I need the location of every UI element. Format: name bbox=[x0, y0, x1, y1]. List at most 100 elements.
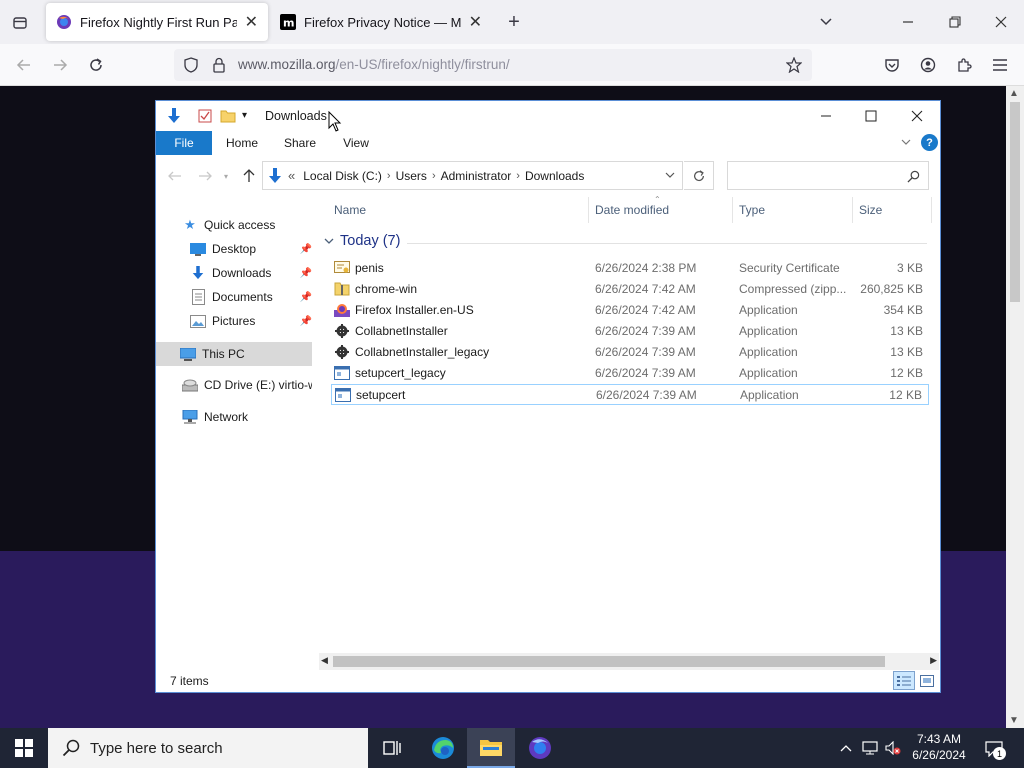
nav-documents[interactable]: Documents 📌 bbox=[190, 285, 312, 309]
close-tab-icon[interactable]: ✕ bbox=[469, 12, 482, 32]
address-history-chevron-icon[interactable] bbox=[664, 169, 676, 184]
pin-icon[interactable]: 📌 bbox=[300, 316, 312, 327]
column-divider[interactable] bbox=[732, 197, 733, 223]
nav-pictures[interactable]: Pictures 📌 bbox=[190, 309, 312, 333]
account-icon[interactable] bbox=[916, 53, 940, 77]
tab-privacy-notice[interactable]: m Firefox Privacy Notice — Mozill ✕ bbox=[270, 3, 492, 41]
recent-locations-chevron-icon[interactable]: ▾ bbox=[220, 169, 232, 183]
file-explorer-folder-icon[interactable] bbox=[467, 728, 515, 768]
reload-icon[interactable] bbox=[84, 53, 108, 77]
file-row[interactable]: chrome-win 6/26/2024 7:42 AM Compressed (z… bbox=[331, 279, 929, 300]
new-tab-icon[interactable]: + bbox=[502, 10, 526, 34]
tab-view[interactable]: View bbox=[332, 131, 380, 155]
horizontal-scrollbar[interactable]: ◀ ▶ bbox=[319, 653, 939, 670]
large-icons-view-icon[interactable] bbox=[917, 671, 937, 690]
column-header-size[interactable]: Size bbox=[859, 203, 882, 217]
file-row[interactable]: Firefox Installer.en-US 6/26/2024 7:42 AM… bbox=[331, 300, 929, 321]
breadcrumb-downloads[interactable]: Downloads bbox=[520, 169, 589, 183]
group-header-today[interactable]: Today (7) bbox=[323, 233, 400, 249]
maximize-icon[interactable] bbox=[859, 105, 883, 127]
help-icon[interactable]: ? bbox=[921, 134, 938, 151]
show-hidden-icons-chevron-icon[interactable] bbox=[838, 740, 854, 756]
nav-cd-drive[interactable]: CD Drive (E:) virtio-w bbox=[182, 373, 312, 397]
taskbar-search-box[interactable]: Type here to search bbox=[48, 728, 368, 768]
nav-quick-access[interactable]: ★ Quick access bbox=[182, 213, 312, 237]
file-row[interactable]: setupcert_legacy 6/26/2024 7:39 AM Applica… bbox=[331, 363, 929, 384]
file-row[interactable]: CollabnetInstaller_legacy 6/26/2024 7:39 … bbox=[331, 342, 929, 363]
pin-icon[interactable]: 📌 bbox=[300, 268, 312, 279]
scroll-left-arrow-icon[interactable]: ◀ bbox=[321, 655, 328, 666]
up-arrow-icon[interactable] bbox=[240, 166, 258, 186]
network-status-icon[interactable] bbox=[861, 740, 879, 756]
breadcrumb-overflow[interactable]: « bbox=[285, 168, 298, 183]
properties-icon[interactable] bbox=[198, 109, 212, 126]
nav-this-pc[interactable]: This PC bbox=[156, 342, 312, 366]
back-arrow-icon[interactable] bbox=[12, 53, 36, 77]
pin-icon[interactable]: 📌 bbox=[300, 244, 312, 255]
nav-desktop[interactable]: Desktop 📌 bbox=[190, 237, 312, 261]
forward-arrow-icon[interactable] bbox=[196, 167, 214, 185]
nav-network[interactable]: Network bbox=[182, 405, 312, 429]
file-row[interactable]: setupcert 6/26/2024 7:39 AM Application 12 … bbox=[331, 384, 929, 405]
back-arrow-icon[interactable] bbox=[166, 167, 184, 185]
refresh-icon[interactable] bbox=[684, 161, 714, 190]
url-bar[interactable]: www.mozilla.org/en-US/firefox/nightly/fi… bbox=[174, 49, 812, 81]
nav-label: Quick access bbox=[204, 218, 276, 232]
volume-muted-icon[interactable] bbox=[884, 740, 902, 756]
tab-home[interactable]: Home bbox=[218, 131, 266, 155]
column-header-name[interactable]: Name bbox=[334, 203, 366, 217]
list-all-tabs-icon[interactable] bbox=[8, 12, 32, 34]
column-header-date[interactable]: Date modified bbox=[595, 203, 669, 217]
scroll-up-arrow-icon[interactable]: ▲ bbox=[1009, 88, 1019, 99]
column-header-type[interactable]: Type bbox=[739, 203, 765, 217]
firefox-nightly-icon[interactable] bbox=[516, 728, 564, 768]
address-bar[interactable]: « Local Disk (C:) › Users › Administrato… bbox=[262, 161, 683, 190]
tab-share[interactable]: Share bbox=[276, 131, 324, 155]
new-folder-icon[interactable] bbox=[220, 109, 236, 126]
nav-downloads[interactable]: Downloads 📌 bbox=[190, 261, 312, 285]
forward-arrow-icon[interactable] bbox=[48, 53, 72, 77]
scroll-down-arrow-icon[interactable]: ▼ bbox=[1009, 715, 1019, 726]
pocket-icon[interactable] bbox=[880, 53, 904, 77]
pin-icon[interactable]: 📌 bbox=[300, 292, 312, 303]
task-view-icon[interactable] bbox=[368, 728, 416, 768]
page-scrollbar[interactable]: ▲ ▼ bbox=[1006, 86, 1024, 728]
tracking-shield-icon[interactable] bbox=[182, 56, 200, 74]
restore-icon[interactable] bbox=[943, 10, 967, 34]
scrollbar-thumb[interactable] bbox=[1010, 102, 1020, 302]
search-box[interactable] bbox=[727, 161, 929, 190]
notifications-icon[interactable]: 1 bbox=[982, 738, 1006, 760]
column-divider[interactable] bbox=[852, 197, 853, 223]
lock-icon[interactable] bbox=[210, 56, 228, 74]
breadcrumb-local-disk[interactable]: Local Disk (C:) bbox=[298, 169, 387, 183]
close-window-icon[interactable] bbox=[905, 105, 929, 127]
start-windows-icon[interactable] bbox=[0, 728, 48, 768]
taskbar-clock[interactable]: 7:43 AM 6/26/2024 bbox=[906, 731, 972, 763]
minimize-icon[interactable] bbox=[896, 10, 920, 34]
extensions-puzzle-icon[interactable] bbox=[952, 53, 976, 77]
scroll-right-arrow-icon[interactable]: ▶ bbox=[930, 655, 937, 666]
minimize-icon[interactable] bbox=[814, 105, 838, 127]
expand-ribbon-chevron-icon[interactable] bbox=[900, 136, 912, 151]
close-window-icon[interactable] bbox=[989, 10, 1013, 34]
tab-file[interactable]: File bbox=[156, 131, 212, 155]
close-tab-icon[interactable]: ✕ bbox=[245, 12, 258, 32]
customize-toolbar-icon[interactable]: ▾ bbox=[242, 110, 247, 121]
scrollbar-thumb[interactable] bbox=[333, 656, 885, 667]
file-row[interactable]: penis 6/26/2024 2:38 PM Security Certifica… bbox=[331, 258, 929, 279]
column-divider[interactable] bbox=[588, 197, 589, 223]
address-row: ▾ « Local Disk (C:) › Users › Administra… bbox=[156, 155, 940, 197]
chevron-down-icon[interactable] bbox=[814, 10, 838, 34]
explorer-title-bar[interactable]: ▾ Downloads bbox=[156, 101, 940, 131]
edge-browser-icon[interactable] bbox=[419, 728, 467, 768]
nav-label: Network bbox=[204, 410, 249, 424]
breadcrumb-users[interactable]: Users bbox=[391, 169, 432, 183]
search-icon[interactable] bbox=[907, 170, 920, 183]
breadcrumb-administrator[interactable]: Administrator bbox=[436, 169, 517, 183]
hamburger-menu-icon[interactable] bbox=[988, 53, 1012, 77]
file-row[interactable]: CollabnetInstaller 6/26/2024 7:39 AM Appli… bbox=[331, 321, 929, 342]
bookmark-star-icon[interactable] bbox=[784, 55, 804, 75]
column-divider[interactable] bbox=[931, 197, 932, 223]
tab-firefox-nightly[interactable]: Firefox Nightly First Run Page ✕ bbox=[46, 3, 268, 41]
details-view-icon[interactable] bbox=[893, 671, 915, 690]
